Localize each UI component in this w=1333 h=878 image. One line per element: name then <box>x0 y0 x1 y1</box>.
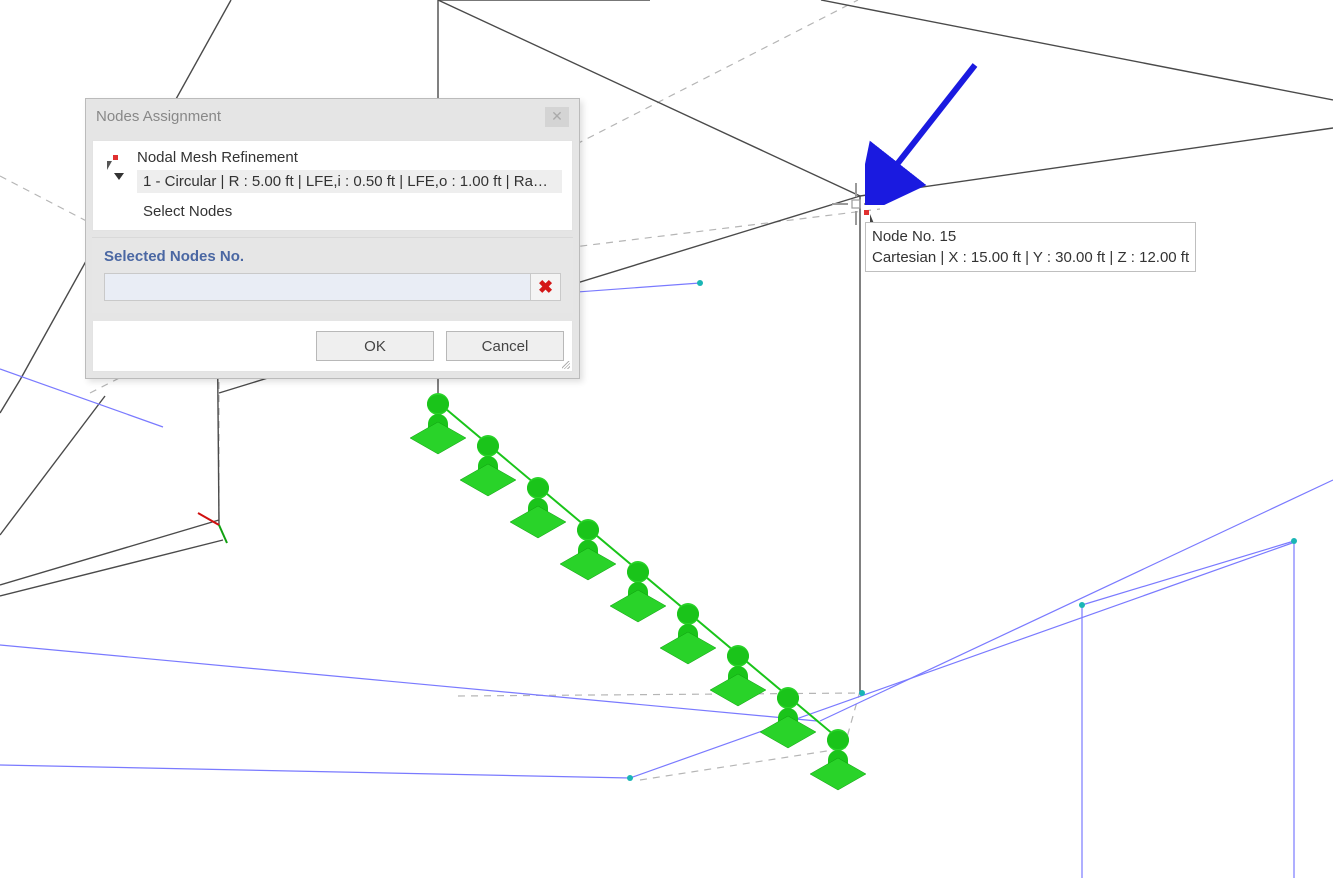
selected-nodes-input[interactable] <box>104 273 531 301</box>
refinement-row: Nodal Mesh Refinement 1 - Circular | R :… <box>93 141 572 195</box>
selected-nodes-section: Selected Nodes No. ✖ <box>92 237 573 313</box>
tooltip-coord-line: Cartesian | X : 15.00 ft | Y : 30.00 ft … <box>872 247 1189 268</box>
resize-grip-icon[interactable] <box>560 359 570 369</box>
nodes-assignment-dialog: Nodes Assignment ✕ Nodal Mesh Refinement… <box>85 98 580 379</box>
dialog-footer: OK Cancel <box>92 321 573 372</box>
node-tooltip: Node No. 15 Cartesian | X : 15.00 ft | Y… <box>865 222 1196 272</box>
ok-button[interactable]: OK <box>316 331 434 361</box>
dialog-titlebar[interactable]: Nodes Assignment ✕ <box>86 99 579 134</box>
dialog-title: Nodes Assignment <box>96 108 545 125</box>
tooltip-node-line: Node No. 15 <box>872 226 1189 247</box>
refinement-option-select[interactable]: 1 - Circular | R : 5.00 ft | LFE,i : 0.5… <box>137 170 562 193</box>
refinement-section-title: Nodal Mesh Refinement <box>137 149 562 170</box>
dialog-body: Nodal Mesh Refinement 1 - Circular | R :… <box>92 140 573 231</box>
model-viewport[interactable]: Node No. 15 Cartesian | X : 15.00 ft | Y… <box>0 0 1333 878</box>
select-nodes-label: Select Nodes <box>93 195 572 230</box>
close-button[interactable]: ✕ <box>545 107 569 127</box>
selected-nodes-label: Selected Nodes No. <box>104 248 561 265</box>
cancel-button[interactable]: Cancel <box>446 331 564 361</box>
clear-icon: ✖ <box>538 277 553 298</box>
clear-selection-button[interactable]: ✖ <box>531 273 561 301</box>
close-icon: ✕ <box>551 108 563 125</box>
nodal-mesh-refinement-icon <box>103 155 125 183</box>
